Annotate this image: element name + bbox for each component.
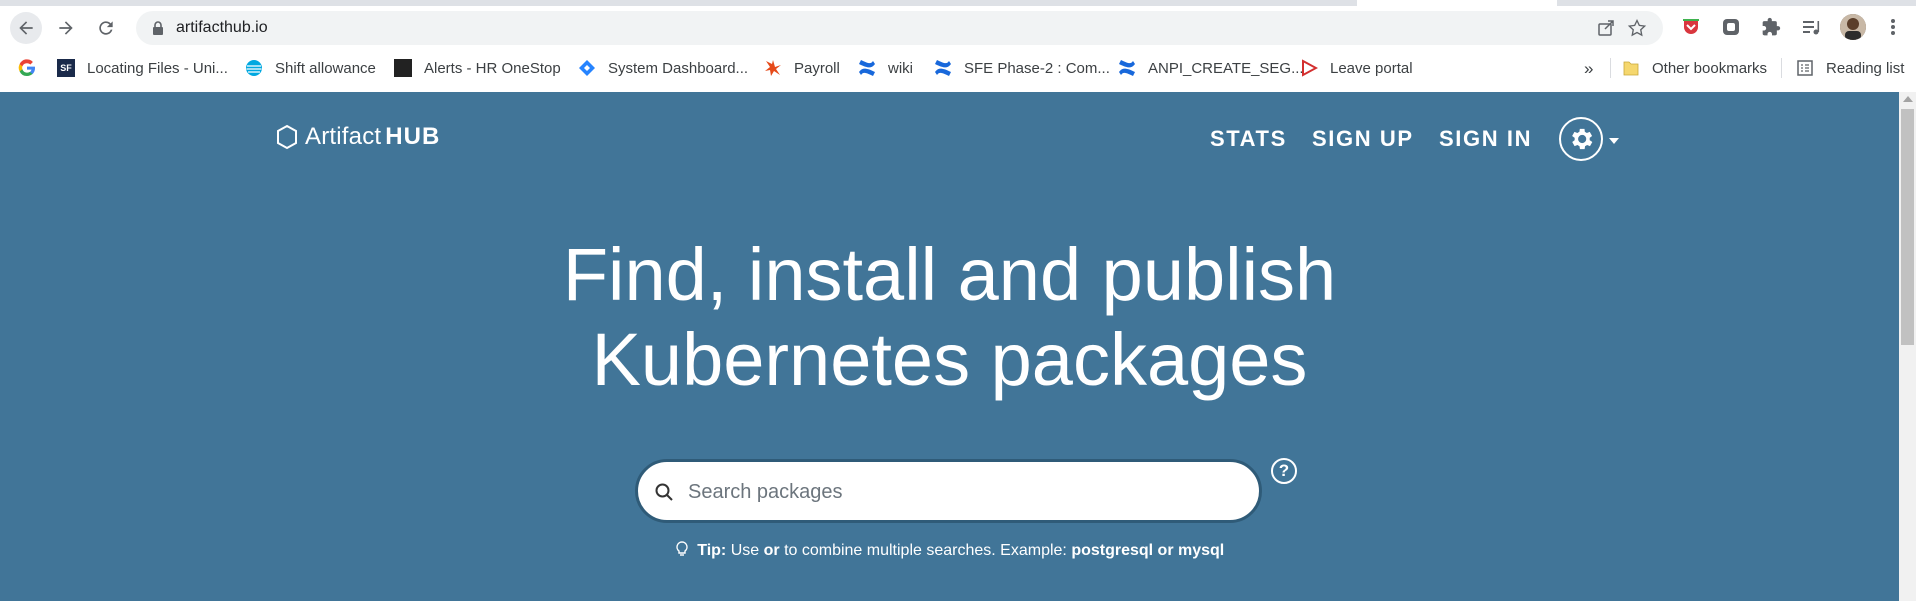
gear-icon bbox=[1572, 128, 1593, 150]
media-controls-icon[interactable] bbox=[1800, 16, 1822, 38]
confluence-icon bbox=[858, 59, 876, 77]
tip-text: Use bbox=[730, 542, 760, 559]
page-scrollbar[interactable] bbox=[1899, 92, 1916, 601]
kebab-menu-icon[interactable] bbox=[1882, 16, 1904, 38]
bookmark-label: ANPI_CREATE_SEG... bbox=[1148, 59, 1304, 77]
puzzle-extensions-icon[interactable] bbox=[1760, 16, 1782, 38]
bookmark-star-icon[interactable] bbox=[1627, 18, 1647, 38]
tip-text: to combine multiple searches. Example: bbox=[784, 542, 1067, 559]
share-icon[interactable] bbox=[1597, 19, 1615, 37]
bookmark-alerts-hr[interactable]: Alerts - HR OneStop bbox=[394, 59, 561, 77]
search-tip: Tip: Use or to combine multiple searches… bbox=[0, 541, 1899, 560]
bookmark-label: Payroll bbox=[794, 59, 840, 77]
jira-icon bbox=[578, 59, 596, 77]
leave-icon bbox=[1300, 59, 1318, 77]
lock-icon bbox=[153, 21, 163, 35]
nav-sign-up-link[interactable]: SIGN UP bbox=[1312, 126, 1414, 152]
bookmark-label: Shift allowance bbox=[275, 59, 376, 77]
bookmark-label: SFE Phase-2 : Com... bbox=[964, 59, 1110, 77]
payroll-icon bbox=[764, 59, 782, 77]
tip-label: Tip: bbox=[697, 542, 727, 559]
bookmarks-overflow-button[interactable]: » bbox=[1584, 59, 1593, 79]
profile-avatar[interactable] bbox=[1840, 14, 1866, 40]
bookmark-shift-allowance[interactable]: Shift allowance bbox=[245, 59, 376, 77]
sf-icon: SF bbox=[57, 59, 75, 77]
google-icon bbox=[18, 59, 36, 77]
bookmark-label: Leave portal bbox=[1330, 59, 1413, 77]
bookmark-payroll[interactable]: Payroll bbox=[764, 59, 840, 77]
scroll-up-arrow-icon[interactable] bbox=[1903, 96, 1913, 102]
bookmark-locating-files[interactable]: SF Locating Files - Uni... bbox=[57, 59, 228, 77]
other-bookmarks-folder[interactable]: Other bookmarks bbox=[1622, 59, 1767, 77]
bookmark-system-dashboard[interactable]: System Dashboard... bbox=[578, 59, 748, 77]
bookmarks-bar: SF Locating Files - Uni... Shift allowan… bbox=[0, 50, 1916, 88]
back-button[interactable] bbox=[10, 12, 42, 44]
search-icon bbox=[655, 483, 673, 501]
bookmark-google[interactable] bbox=[18, 59, 48, 77]
other-bookmarks-label: Other bookmarks bbox=[1652, 59, 1768, 77]
address-bar[interactable]: artifacthub.io bbox=[136, 11, 1663, 45]
bookmark-wiki[interactable]: wiki bbox=[858, 59, 913, 77]
lightbulb-icon bbox=[676, 541, 688, 556]
forward-button[interactable] bbox=[50, 12, 82, 44]
chevron-down-icon[interactable] bbox=[1609, 138, 1619, 144]
hero-headline-line1: Find, install and publish bbox=[562, 233, 1337, 316]
search-bar[interactable] bbox=[635, 459, 1262, 523]
reading-list-button[interactable]: Reading list bbox=[1796, 59, 1904, 77]
pocket-extension-icon[interactable] bbox=[1680, 16, 1702, 38]
overflow-label: » bbox=[1584, 59, 1594, 78]
nav-stats-link[interactable]: STATS bbox=[1210, 126, 1287, 152]
reload-button[interactable] bbox=[90, 12, 122, 44]
bookmark-label: Locating Files - Uni... bbox=[87, 59, 228, 77]
browser-toolbar: artifacthub.io bbox=[0, 0, 1916, 46]
hr-icon bbox=[394, 59, 412, 77]
tip-or: or bbox=[763, 542, 780, 559]
bookmark-anpi-create[interactable]: ANPI_CREATE_SEG... bbox=[1118, 59, 1304, 77]
bookmark-sfe-phase2[interactable]: SFE Phase-2 : Com... bbox=[934, 59, 1110, 77]
reload-icon bbox=[99, 21, 113, 35]
hero-headline-line2: Kubernetes packages bbox=[591, 318, 1308, 401]
bookmark-label: Alerts - HR OneStop bbox=[424, 59, 561, 77]
att-icon bbox=[245, 59, 263, 77]
bookmark-label: wiki bbox=[888, 59, 913, 77]
reading-list-label: Reading list bbox=[1826, 59, 1905, 77]
extension-icon[interactable] bbox=[1720, 16, 1742, 38]
arrow-left-icon bbox=[19, 21, 33, 35]
arrow-right-icon bbox=[59, 21, 73, 35]
bookmark-divider bbox=[1781, 58, 1782, 78]
url-text[interactable]: artifacthub.io bbox=[176, 19, 268, 37]
logo-text-artifact: Artifact bbox=[305, 123, 382, 150]
nav-sign-in-link[interactable]: SIGN IN bbox=[1439, 126, 1532, 152]
folder-icon bbox=[1622, 59, 1640, 77]
bookmark-divider bbox=[1610, 58, 1611, 78]
confluence-icon bbox=[934, 59, 952, 77]
settings-button[interactable] bbox=[1559, 117, 1603, 161]
bookmark-leave-portal[interactable]: Leave portal bbox=[1300, 59, 1413, 77]
tip-example-link[interactable]: postgresql or mysql bbox=[1071, 542, 1224, 559]
tab-strip bbox=[0, 0, 1916, 6]
logo-text-hub: HUB bbox=[385, 123, 441, 150]
bookmark-label: System Dashboard... bbox=[608, 59, 749, 77]
search-help-button[interactable]: ? bbox=[1271, 458, 1297, 484]
artifacthub-logo[interactable]: Artifact HUB bbox=[275, 123, 440, 151]
reading-list-icon bbox=[1796, 59, 1814, 77]
scrollbar-thumb[interactable] bbox=[1901, 109, 1914, 345]
hexagon-logo-icon bbox=[277, 124, 297, 150]
confluence-icon bbox=[1118, 59, 1136, 77]
search-input[interactable] bbox=[688, 474, 1228, 510]
